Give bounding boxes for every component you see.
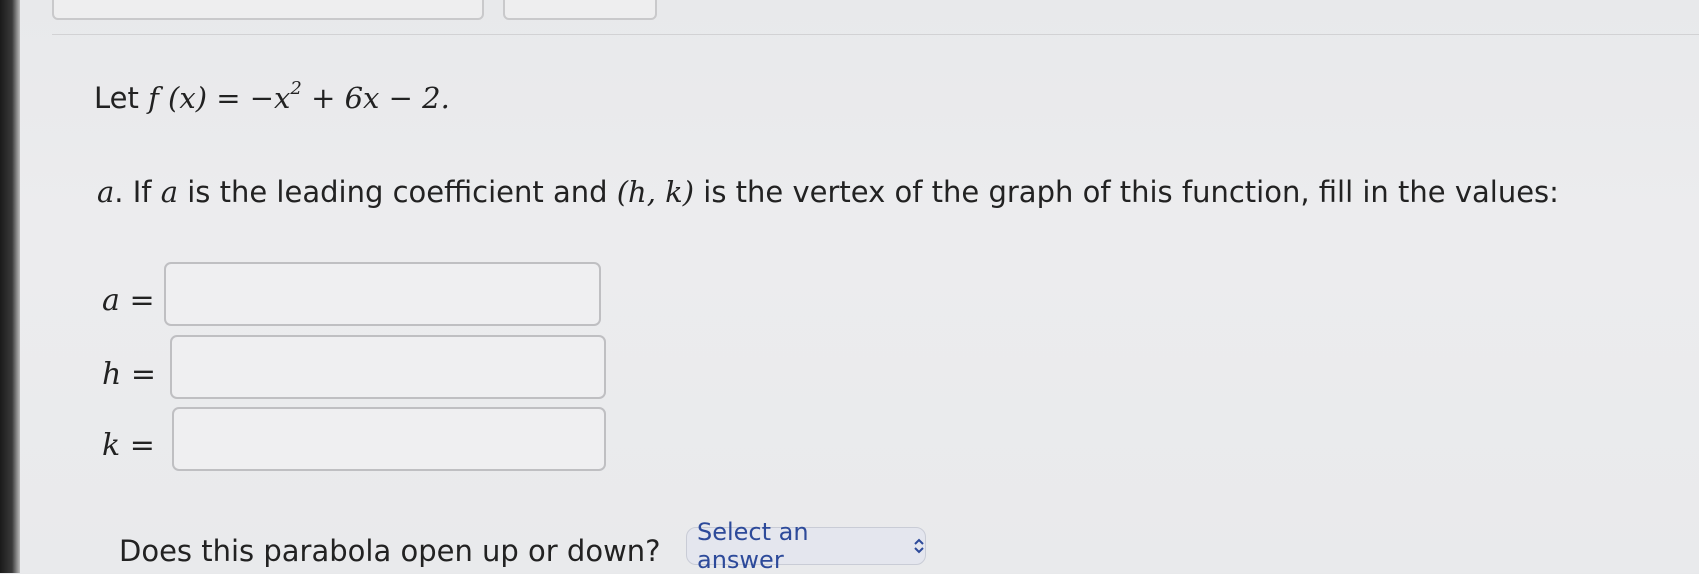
open-direction-select[interactable]: Select an answer: [686, 518, 926, 574]
k-value-input[interactable]: [172, 407, 606, 471]
h-value-input[interactable]: [170, 335, 606, 399]
part-a-marker: a: [97, 175, 115, 209]
select-label: Select an answer: [697, 518, 809, 574]
function-expression: f (x) = −x2 + 6x − 2.: [148, 78, 450, 115]
top-toolbar-button[interactable]: [52, 0, 484, 20]
var-k-label: k =: [102, 428, 155, 463]
part-a-prompt: a. If a is the leading coefficient and (…: [97, 175, 1559, 209]
part-b-question: Does this parabola open up or down?: [119, 534, 661, 568]
top-toolbar-button-2[interactable]: [503, 0, 657, 20]
var-a-label: a =: [102, 283, 155, 318]
header-divider: [52, 34, 1699, 35]
up-down-chevron-icon: [913, 537, 925, 555]
var-h-label: h =: [102, 357, 157, 392]
a-value-input[interactable]: [164, 262, 601, 326]
let-text: Let: [94, 81, 139, 115]
screen-bezel: [0, 0, 20, 573]
function-definition: Let f (x) = −x2 + 6x − 2.: [94, 78, 450, 115]
